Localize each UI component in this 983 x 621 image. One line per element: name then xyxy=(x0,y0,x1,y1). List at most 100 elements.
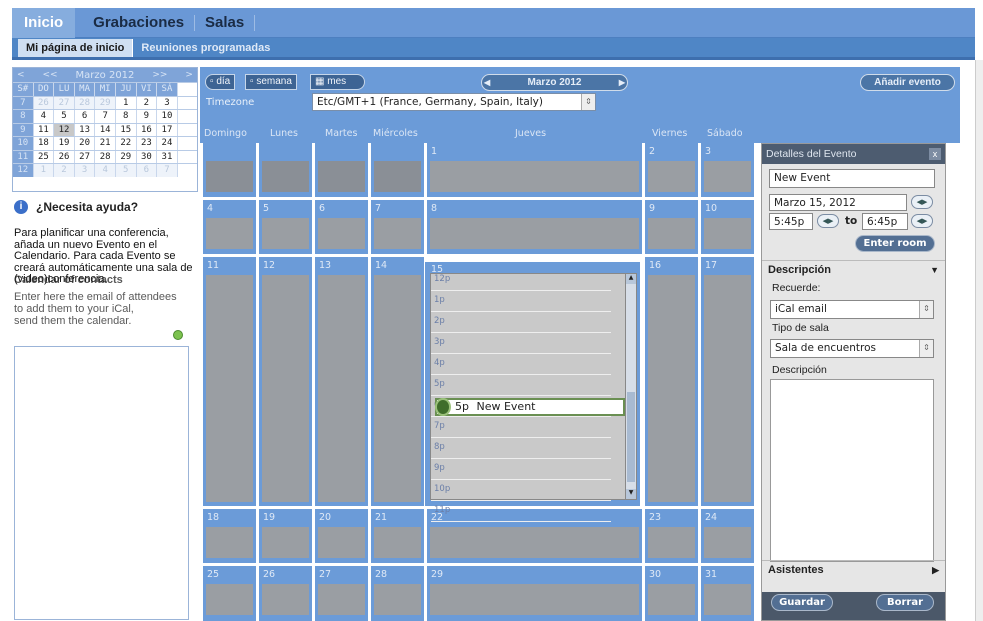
day-cell[interactable]: 13 xyxy=(315,257,368,506)
descripcion-section-header[interactable]: Descripción ▼ xyxy=(762,260,945,278)
day-cell[interactable]: 24 xyxy=(701,509,754,563)
mini-calendar-day[interactable]: 12 xyxy=(54,123,75,136)
timezone-select[interactable]: Etc/GMT+1 (France, Germany, Spain, Italy… xyxy=(312,93,596,111)
day-cell[interactable]: 7 xyxy=(371,200,424,254)
mini-calendar-day[interactable]: 5 xyxy=(54,110,75,123)
room-type-select[interactable]: Sala de encuentros ⇕ xyxy=(770,339,934,358)
event-name-input[interactable]: New Event xyxy=(769,169,935,188)
hour-slot[interactable]: 11p xyxy=(431,501,611,522)
mini-calendar-day[interactable]: 15 xyxy=(116,123,137,136)
mini-calendar-day[interactable]: 18 xyxy=(34,137,55,150)
tab-reuniones[interactable]: Reuniones programadas xyxy=(133,41,278,55)
hour-slot[interactable]: 4p xyxy=(431,354,611,375)
hour-slot[interactable]: 12p xyxy=(431,270,611,291)
day-cell[interactable]: 1 xyxy=(427,143,642,197)
day-cell[interactable]: 19 xyxy=(259,509,312,563)
day-cell[interactable]: 9 xyxy=(645,200,698,254)
mini-calendar-day[interactable]: 14 xyxy=(95,123,116,136)
hour-slot[interactable]: 5p xyxy=(431,375,611,396)
next-month-arrow[interactable]: ▶ xyxy=(619,75,625,90)
hour-slot[interactable]: 1p xyxy=(431,291,611,312)
hour-slot[interactable]: 9p xyxy=(431,459,611,480)
day-cell[interactable]: 31 xyxy=(701,566,754,621)
date-stepper[interactable]: ◀▶ xyxy=(911,195,933,209)
event-block[interactable]: 5p New Event xyxy=(435,398,625,416)
mini-calendar-day[interactable]: 28 xyxy=(95,150,116,163)
start-time-input[interactable]: 5:45p xyxy=(769,213,813,230)
mini-calendar-day[interactable]: 29 xyxy=(95,96,116,109)
day-cell[interactable]: 5 xyxy=(259,200,312,254)
day-cell[interactable]: 17 xyxy=(701,257,754,506)
day-cell[interactable]: 21 xyxy=(371,509,424,563)
mini-calendar-day[interactable]: 4 xyxy=(34,110,55,123)
mini-calendar-day[interactable]: 9 xyxy=(137,110,158,123)
event-drag-handle-icon[interactable] xyxy=(435,398,451,416)
mini-calendar-day[interactable]: 23 xyxy=(137,137,158,150)
mini-calendar-day[interactable]: 2 xyxy=(54,164,75,177)
hour-slot[interactable]: 10p xyxy=(431,480,611,501)
hour-slot[interactable]: 8p xyxy=(431,438,611,459)
day-cell[interactable]: 8 xyxy=(427,200,642,254)
day-cell[interactable]: 2 xyxy=(645,143,698,197)
contacts-list[interactable] xyxy=(14,346,189,620)
mini-calendar-day[interactable]: 25 xyxy=(34,150,55,163)
delete-button[interactable]: Borrar xyxy=(876,594,934,611)
mini-calendar-day[interactable]: 1 xyxy=(116,96,137,109)
mini-calendar-day[interactable]: 2 xyxy=(137,96,158,109)
mini-calendar-day[interactable]: 3 xyxy=(157,96,178,109)
day-cell[interactable]: 14 xyxy=(371,257,424,506)
day-cell[interactable]: 6 xyxy=(315,200,368,254)
mini-calendar-day[interactable]: 10 xyxy=(157,110,178,123)
mini-calendar-day[interactable]: 27 xyxy=(75,150,96,163)
add-event-button[interactable]: Añadir evento xyxy=(860,74,955,91)
end-time-stepper[interactable]: ◀▶ xyxy=(911,214,933,228)
hour-slot[interactable]: 7p xyxy=(431,417,611,438)
close-icon[interactable]: x xyxy=(929,148,941,160)
mini-calendar-day[interactable]: 31 xyxy=(157,150,178,163)
day-cell[interactable]: 27 xyxy=(315,566,368,621)
view-week-button[interactable]: ▫ semana xyxy=(245,74,297,90)
mini-calendar-day[interactable]: 26 xyxy=(54,150,75,163)
mini-calendar-day[interactable]: 6 xyxy=(75,110,96,123)
mini-calendar-day[interactable]: 5 xyxy=(115,164,137,177)
day-cell[interactable]: 23 xyxy=(645,509,698,563)
add-contact-icon[interactable] xyxy=(173,330,183,340)
day-cell[interactable] xyxy=(315,143,368,197)
scroll-down-icon[interactable]: ▼ xyxy=(626,489,636,499)
hour-scrollbar[interactable]: ▲ ▼ xyxy=(625,273,637,500)
mini-calendar-day[interactable]: 8 xyxy=(116,110,137,123)
mini-calendar-day[interactable]: 21 xyxy=(95,137,116,150)
mini-calendar-day[interactable]: 16 xyxy=(137,123,158,136)
page-scrollbar[interactable] xyxy=(975,60,983,621)
view-month-button[interactable]: ▦ mes xyxy=(310,74,365,90)
mini-calendar-day[interactable]: 26 xyxy=(33,96,55,109)
view-day-button[interactable]: ▫ día xyxy=(205,74,236,90)
day-cell[interactable]: 26 xyxy=(259,566,312,621)
hour-slot[interactable]: 2p xyxy=(431,312,611,333)
mini-calendar-day[interactable]: 30 xyxy=(137,150,158,163)
mini-calendar-day[interactable]: 1 xyxy=(33,164,55,177)
start-time-stepper[interactable]: ◀▶ xyxy=(817,214,839,228)
day-cell[interactable]: 16 xyxy=(645,257,698,506)
enter-room-button[interactable]: Enter room xyxy=(855,235,935,252)
prev-year-button[interactable]: < xyxy=(17,70,25,80)
day-cell[interactable]: 18 xyxy=(203,509,256,563)
mini-calendar-day[interactable]: 28 xyxy=(74,96,96,109)
mini-calendar-day[interactable]: 19 xyxy=(54,137,75,150)
day-cell[interactable]: 3 xyxy=(701,143,754,197)
mini-calendar-day[interactable]: 6 xyxy=(136,164,158,177)
day-cell[interactable] xyxy=(259,143,312,197)
mini-calendar-day[interactable]: 3 xyxy=(74,164,96,177)
mini-calendar-day[interactable]: 27 xyxy=(54,96,75,109)
event-date-input[interactable]: Marzo 15, 2012 xyxy=(769,194,907,211)
day-cell[interactable]: 12 xyxy=(259,257,312,506)
day-cell[interactable]: 30 xyxy=(645,566,698,621)
reminder-select[interactable]: iCal email ⇕ xyxy=(770,300,934,319)
day-cell[interactable]: 28 xyxy=(371,566,424,621)
prev-month-button[interactable]: << xyxy=(43,70,58,80)
day-cell[interactable]: 10 xyxy=(701,200,754,254)
mini-calendar-day[interactable]: 11 xyxy=(34,123,55,136)
mini-calendar-day[interactable]: 13 xyxy=(75,123,96,136)
next-year-button[interactable]: > xyxy=(185,70,193,80)
day-cell[interactable]: 25 xyxy=(203,566,256,621)
